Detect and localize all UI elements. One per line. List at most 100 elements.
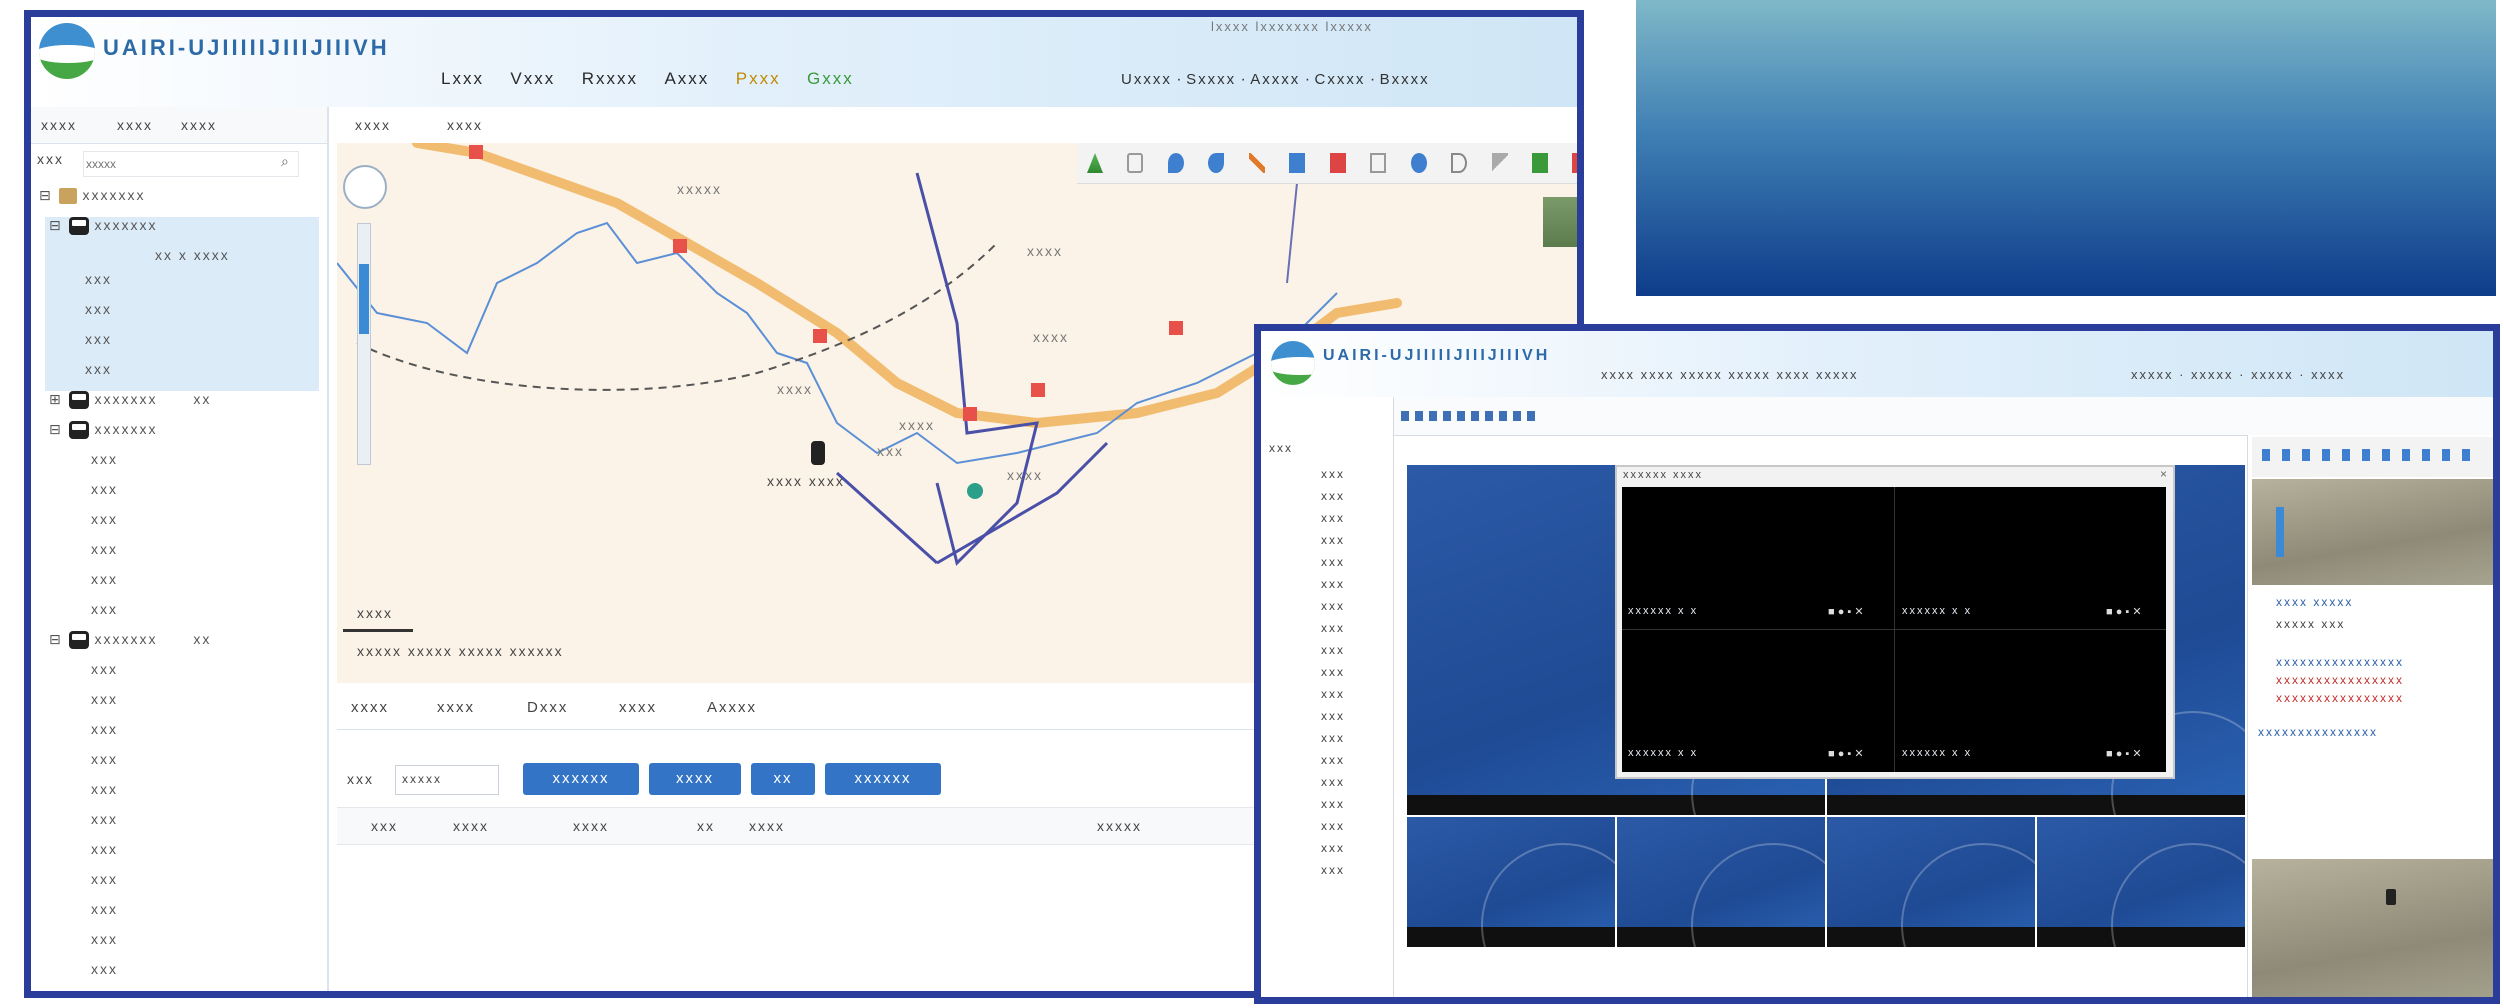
square-tool-icon[interactable] — [1289, 153, 1306, 173]
station-marker[interactable] — [1169, 321, 1183, 335]
station-marker[interactable] — [469, 145, 483, 159]
channel-controls-icon[interactable]: ■ ● ▪ ✕ — [2106, 605, 2142, 618]
tree-item[interactable]: xxx — [1321, 489, 1345, 503]
tree-item[interactable]: xxx — [31, 811, 321, 841]
query-button[interactable]: xxxxxx — [523, 763, 639, 795]
bus-marker-icon[interactable] — [2386, 889, 2396, 905]
tree-item[interactable]: xxx — [45, 271, 319, 301]
tree-item[interactable]: xxx — [1321, 841, 1345, 855]
tree-item[interactable]: xxx — [1321, 709, 1345, 723]
tree-item[interactable]: xxx — [1321, 753, 1345, 767]
tree-item[interactable]: xxx — [31, 991, 321, 998]
tree-item[interactable]: xxx — [1321, 731, 1345, 745]
tree-item[interactable]: xxx — [31, 691, 321, 721]
tree-item[interactable]: xxx — [1321, 577, 1345, 591]
tree-item[interactable]: xxx — [1321, 621, 1345, 635]
drop-tool-icon[interactable] — [1410, 153, 1427, 173]
layer-tool-icon[interactable] — [1531, 153, 1548, 173]
nav-item-2[interactable]: Vxxx — [510, 69, 555, 88]
triangle-tool-icon[interactable] — [1087, 153, 1103, 173]
nav-item-5[interactable]: Pxxx — [736, 69, 781, 88]
export-button[interactable]: xxxx — [649, 763, 741, 795]
tree-item[interactable]: xxx — [31, 961, 321, 991]
mini-map-bottom[interactable] — [2252, 859, 2493, 997]
tree-item[interactable]: xxx — [1321, 687, 1345, 701]
left-tab-1[interactable]: xxxx — [41, 117, 77, 133]
map-tab-1[interactable]: xxxx — [355, 117, 391, 133]
bottom-tab-2[interactable]: xxxx — [437, 699, 475, 716]
tree-group-3[interactable]: ⊟ xxxxxxx — [31, 421, 321, 451]
close-icon[interactable]: × — [2160, 467, 2167, 481]
video-tile[interactable] — [1407, 817, 1615, 947]
d-tool-icon[interactable] — [1451, 153, 1468, 173]
video-toolbar-icons[interactable] — [1401, 411, 1541, 421]
tree-item[interactable]: xxx — [31, 751, 321, 781]
tree-item[interactable]: xxx — [1321, 533, 1345, 547]
bottom-tab-1[interactable]: xxxx — [351, 699, 389, 716]
marker-tool-icon[interactable] — [1208, 153, 1225, 173]
tree-item[interactable]: xxx — [1321, 511, 1345, 525]
tree-search-input[interactable] — [83, 151, 299, 177]
ruler-tool-icon[interactable] — [1491, 153, 1508, 173]
flag-tool-icon[interactable] — [1329, 153, 1346, 173]
station-marker[interactable] — [963, 407, 977, 421]
tree-item[interactable]: xxx — [1321, 555, 1345, 569]
zoom-slider[interactable] — [2276, 507, 2284, 557]
bottom-tab-4[interactable]: xxxx — [619, 699, 657, 716]
tree-item[interactable]: xxx — [31, 661, 321, 691]
station-marker[interactable] — [1031, 383, 1045, 397]
channel-controls-icon[interactable]: ■ ● ▪ ✕ — [1828, 605, 1864, 618]
tree-item[interactable]: xxx — [31, 541, 321, 571]
tree-item[interactable]: xxx — [31, 481, 321, 511]
map-tab-2[interactable]: xxxx — [447, 117, 483, 133]
tree-item[interactable]: xxx — [31, 451, 321, 481]
tree-item[interactable]: xxx — [1321, 599, 1345, 613]
filter-input[interactable]: xxxxx — [395, 765, 499, 795]
map-tool-icons[interactable] — [2262, 449, 2482, 461]
tree-item[interactable]: xxx — [1321, 775, 1345, 789]
search-icon[interactable]: ⌕ — [281, 153, 289, 170]
close-tool-icon[interactable] — [1572, 153, 1577, 173]
clear-button[interactable]: xx — [751, 763, 815, 795]
tree-item[interactable]: xxx — [45, 361, 319, 391]
pin-tool-icon[interactable] — [1167, 153, 1184, 173]
tree-item[interactable]: xxx — [1321, 863, 1345, 877]
tree-item[interactable]: xxx — [1321, 467, 1345, 481]
station-marker[interactable] — [813, 329, 827, 343]
bus-marker-icon[interactable] — [811, 441, 825, 465]
tree-item[interactable]: xxx — [1269, 441, 1293, 455]
user-link-1[interactable]: Uxxxx — [1121, 71, 1172, 88]
minimap-thumbnail[interactable] — [1543, 197, 1577, 247]
tree-item[interactable]: xxx — [31, 511, 321, 541]
tree-item[interactable]: xxx — [1321, 797, 1345, 811]
video-nav[interactable]: xxxx xxxx xxxxx xxxxx xxxx xxxxx — [1601, 367, 1859, 382]
tree-item[interactable]: xxx — [31, 901, 321, 931]
video-tile[interactable] — [2037, 817, 2245, 947]
channel-controls-icon[interactable]: ■ ● ▪ ✕ — [2106, 747, 2142, 760]
bottom-tab-3[interactable]: Dxxx — [527, 699, 568, 716]
video-user-links[interactable]: xxxxx · xxxxx · xxxxx · xxxx — [2131, 367, 2345, 382]
clip-tool-icon[interactable] — [1370, 153, 1387, 173]
tree-item[interactable]: xxx — [1321, 643, 1345, 657]
tree-item[interactable]: xxx — [31, 571, 321, 601]
tree-item[interactable]: xxx — [31, 781, 321, 811]
tree-item[interactable]: xxx — [31, 871, 321, 901]
user-link-5[interactable]: Bxxxx — [1380, 71, 1430, 88]
bookmark-tool-icon[interactable] — [1127, 153, 1144, 173]
nav-item-3[interactable]: Rxxxx — [582, 69, 638, 88]
tree-item[interactable]: xxx — [1321, 819, 1345, 833]
mini-map-top[interactable] — [2252, 479, 2493, 585]
vehicle-marker-icon[interactable] — [967, 483, 983, 499]
station-marker[interactable] — [673, 239, 687, 253]
tree-item[interactable]: xxx — [45, 301, 319, 331]
nav-item-4[interactable]: Axxx — [664, 69, 709, 88]
user-link-2[interactable]: Sxxxx — [1186, 71, 1236, 88]
nav-item-6[interactable]: Gxxx — [807, 69, 854, 88]
tree-group-4[interactable]: ⊟ xxxxxxx xx — [31, 631, 321, 661]
bottom-tab-5[interactable]: Axxxx — [707, 699, 757, 716]
zoom-slider[interactable] — [357, 223, 371, 465]
cross-tool-icon[interactable] — [1248, 153, 1265, 173]
user-link-3[interactable]: Axxxx — [1250, 71, 1300, 88]
tree-item[interactable]: xxx — [31, 841, 321, 871]
left-tab-3[interactable]: xxxx — [181, 117, 217, 133]
